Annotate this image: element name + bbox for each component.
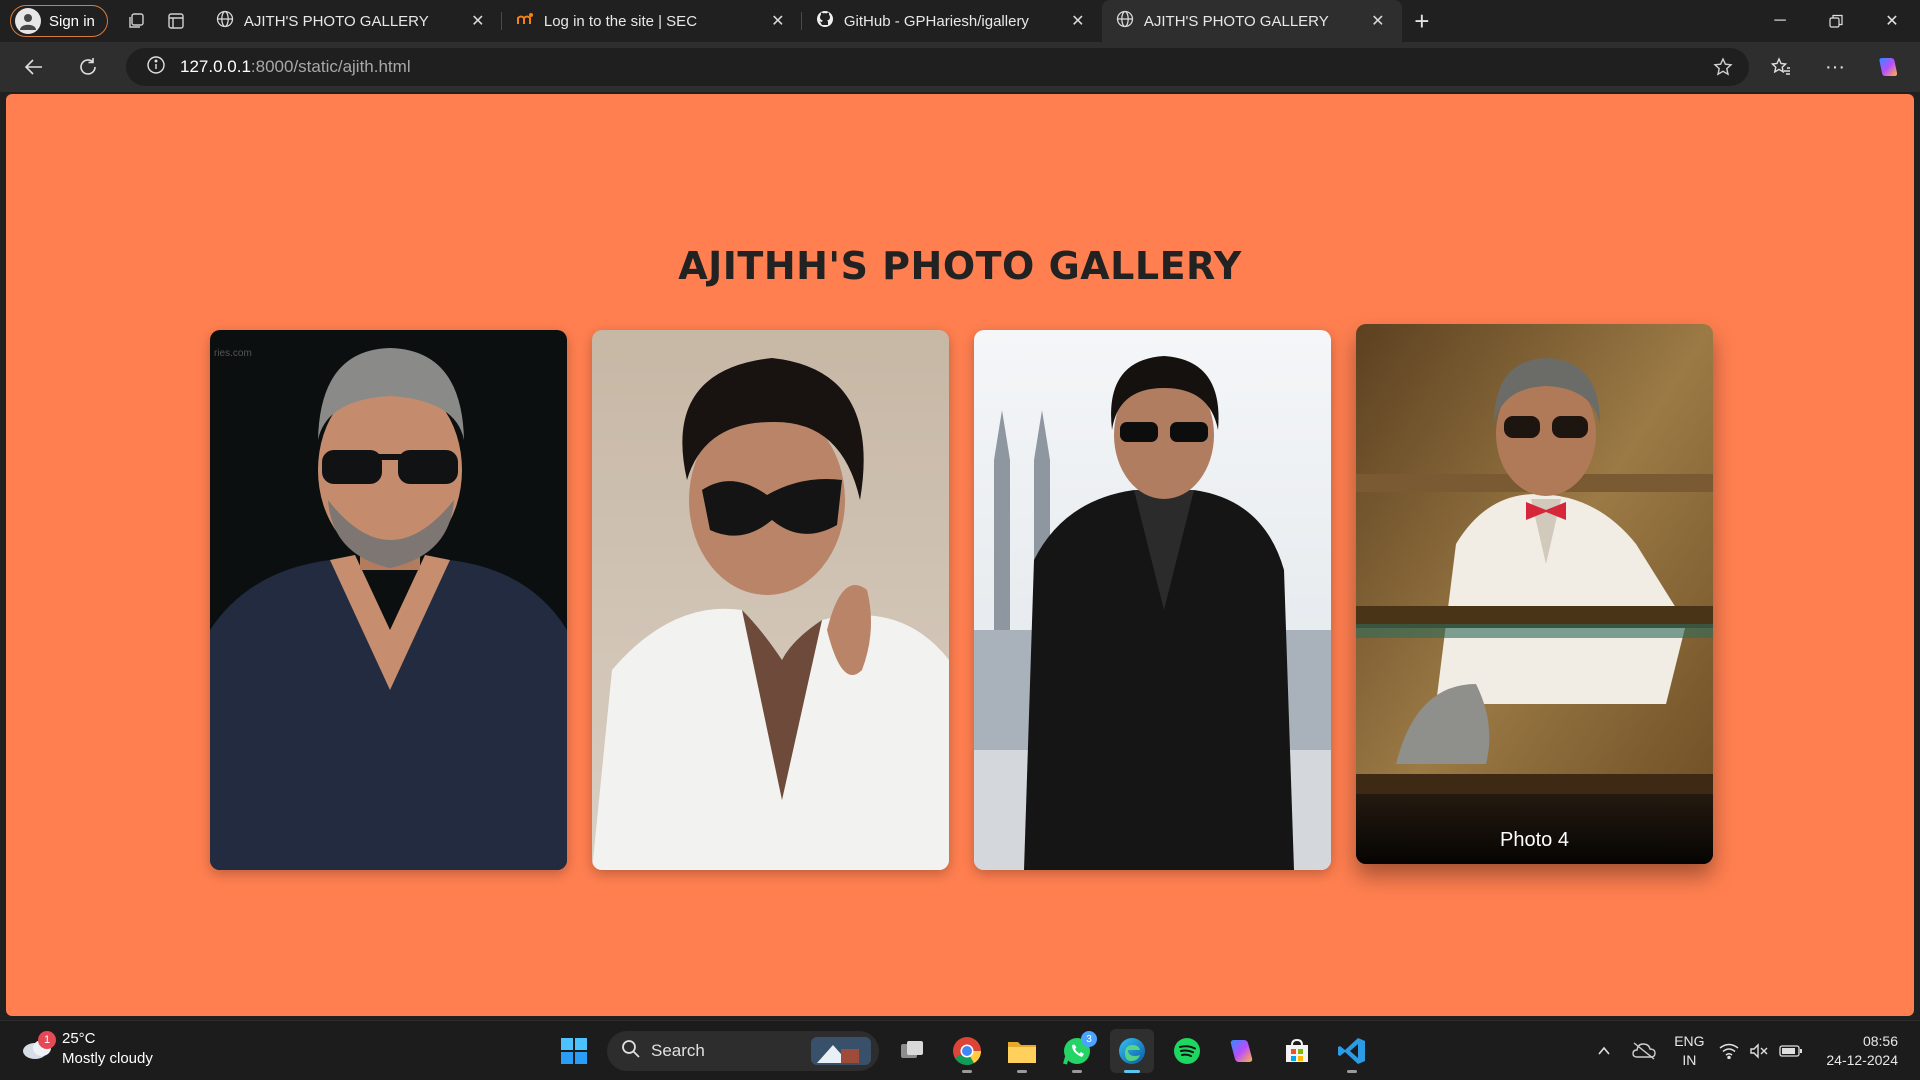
language-code: ENG (1674, 1033, 1705, 1049)
system-tray: ENG IN 08:56 24-12-2024 (1584, 1021, 1920, 1080)
toolbar-right: ··· (1754, 42, 1920, 92)
sign-in-label: Sign in (49, 12, 95, 30)
windows-start-icon[interactable] (552, 1029, 596, 1073)
photo-4-image (1356, 324, 1713, 864)
page-title: AJITHH'S PHOTO GALLERY (678, 244, 1242, 288)
copilot-app-icon[interactable] (1220, 1029, 1264, 1073)
file-explorer-icon[interactable] (1000, 1029, 1044, 1073)
tab-title: AJITH'S PHOTO GALLERY (243, 12, 429, 30)
close-tab-icon[interactable]: ✕ (1368, 11, 1388, 31)
close-tab-icon[interactable]: ✕ (1068, 11, 1088, 31)
weather-description: Mostly cloudy (62, 1050, 153, 1067)
page-viewport: AJITHH'S PHOTO GALLERY ries.com Photo 4 (6, 94, 1914, 1016)
edge-icon[interactable] (1110, 1029, 1154, 1073)
navigation-bar: 127.0.0.1:8000/static/ajith.html ··· (0, 42, 1920, 92)
more-options-icon[interactable]: ··· (1808, 47, 1862, 87)
photo-gallery: ries.com Photo 4 (210, 324, 1713, 870)
vertical-tabs-icon[interactable] (156, 3, 196, 39)
favorite-star-icon[interactable] (1713, 57, 1733, 82)
workspaces-icon[interactable] (116, 3, 156, 39)
refresh-icon[interactable] (66, 47, 110, 87)
photo-2-image (592, 330, 949, 870)
close-tab-icon[interactable]: ✕ (468, 11, 488, 31)
taskbar: 1 25°C Mostly cloudy Search 3 ENG IN 08:… (0, 1020, 1920, 1080)
photo-card-1[interactable]: ries.com (210, 330, 567, 870)
clock-date: 24-12-2024 (1826, 1052, 1898, 1068)
window-controls: ─ ✕ (1752, 0, 1920, 42)
photo-card-2[interactable] (592, 330, 949, 870)
onedrive-offline-icon[interactable] (1624, 1031, 1664, 1071)
search-icon (621, 1039, 641, 1064)
chrome-icon[interactable] (945, 1029, 989, 1073)
region-code: IN (1682, 1052, 1697, 1068)
url-path: :8000/static/ajith.html (250, 57, 411, 76)
tab-strip: Sign in AJITH'S PHOTO GALLERY ✕ Log in t… (0, 0, 1920, 42)
input-language[interactable]: ENG IN (1664, 1032, 1714, 1070)
minimize-icon[interactable]: ─ (1752, 0, 1808, 42)
profile-avatar-icon (15, 8, 41, 34)
sign-in-button[interactable]: Sign in (10, 5, 108, 37)
globe-icon (216, 10, 234, 32)
search-highlight-icon (811, 1037, 871, 1070)
microsoft-store-icon[interactable] (1275, 1029, 1319, 1073)
volume-muted-icon[interactable] (1744, 1031, 1774, 1071)
moodle-icon (516, 10, 534, 32)
new-tab-button[interactable]: + (1402, 1, 1442, 41)
close-tab-icon[interactable]: ✕ (768, 11, 788, 31)
photo-3-image (974, 330, 1331, 870)
photo-caption: Photo 4 (1356, 794, 1713, 864)
taskbar-apps: Search 3 (552, 1027, 1374, 1075)
taskbar-search[interactable]: Search (607, 1031, 879, 1071)
svg-text:ries.com: ries.com (214, 348, 252, 359)
back-icon[interactable] (12, 47, 56, 87)
clock-time: 08:56 (1862, 1033, 1898, 1049)
url-host: 127.0.0.1 (180, 57, 251, 76)
task-view-icon[interactable] (890, 1029, 934, 1073)
tab-1[interactable]: AJITH'S PHOTO GALLERY ✕ (202, 0, 502, 42)
search-label: Search (651, 1041, 705, 1060)
spotify-icon[interactable] (1165, 1029, 1209, 1073)
whatsapp-icon[interactable]: 3 (1055, 1029, 1099, 1073)
tab-title: GitHub - GPHariesh/igallery (843, 12, 1029, 30)
chevron-up-icon[interactable] (1584, 1031, 1624, 1071)
copilot-icon[interactable] (1862, 47, 1916, 87)
tab-4-active[interactable]: AJITH'S PHOTO GALLERY ✕ (1101, 0, 1402, 42)
address-bar[interactable]: 127.0.0.1:8000/static/ajith.html (126, 48, 1749, 86)
tab-3[interactable]: GitHub - GPHariesh/igallery ✕ (802, 0, 1102, 42)
photo-card-4[interactable]: Photo 4 (1356, 324, 1713, 864)
tab-title: AJITH'S PHOTO GALLERY (1143, 12, 1329, 30)
tab-title: Log in to the site | SEC (543, 12, 698, 30)
photo-card-3[interactable] (974, 330, 1331, 870)
github-icon (816, 10, 834, 32)
favorites-icon[interactable] (1754, 47, 1808, 87)
whatsapp-badge: 3 (1081, 1031, 1097, 1047)
weather-temperature: 25°C (62, 1030, 96, 1047)
clock[interactable]: 08:56 24-12-2024 (1808, 1032, 1920, 1070)
restore-icon[interactable] (1808, 0, 1864, 42)
photo-1-image: ries.com (210, 330, 567, 870)
site-info-icon[interactable] (146, 55, 166, 80)
vscode-icon[interactable] (1330, 1029, 1374, 1073)
wifi-icon[interactable] (1714, 1031, 1744, 1071)
weather-widget[interactable]: 1 25°C Mostly cloudy (20, 1029, 153, 1069)
globe-icon (1116, 10, 1134, 32)
tab-2[interactable]: Log in to the site | SEC ✕ (502, 0, 802, 42)
battery-icon[interactable] (1774, 1031, 1808, 1071)
weather-badge: 1 (38, 1031, 56, 1049)
close-window-icon[interactable]: ✕ (1864, 0, 1920, 42)
